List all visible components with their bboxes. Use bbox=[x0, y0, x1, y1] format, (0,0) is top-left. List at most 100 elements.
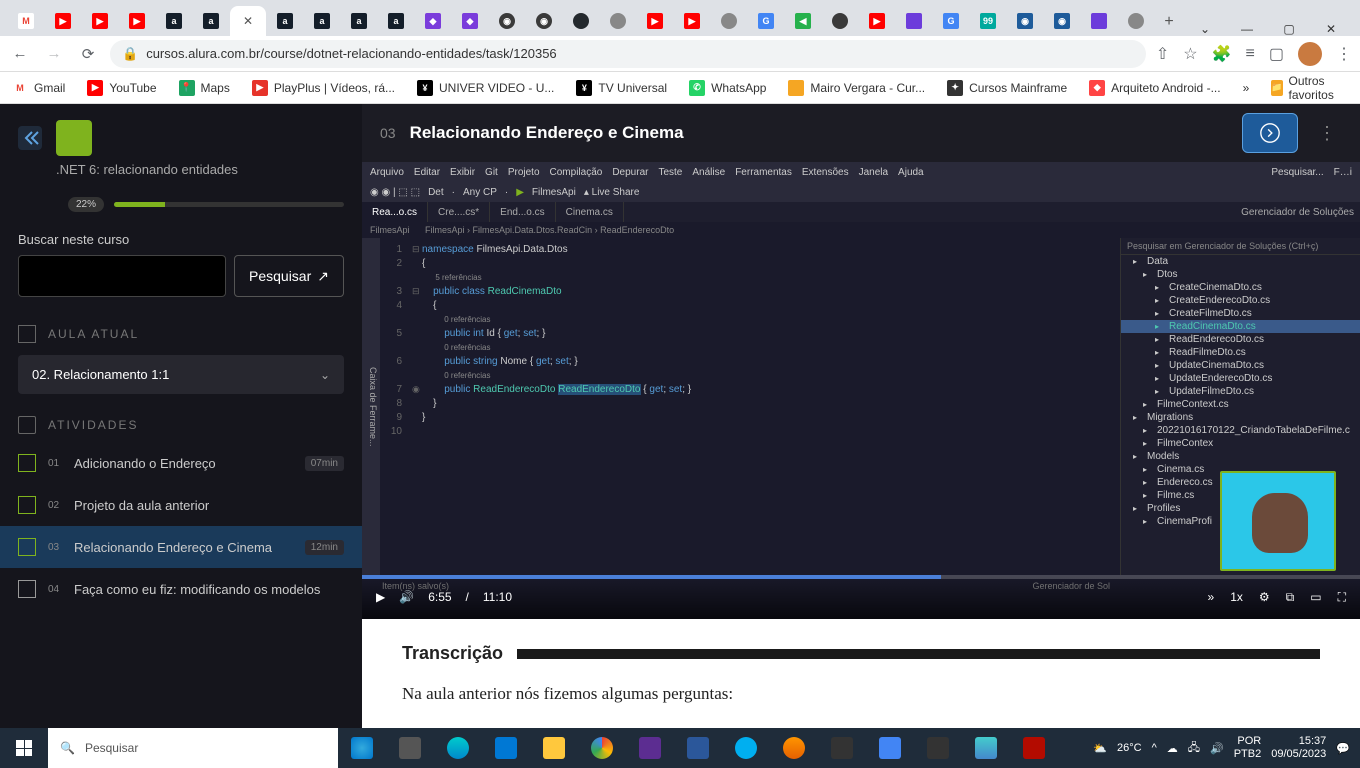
browser-tab[interactable]: 99 bbox=[970, 6, 1006, 36]
app-icon[interactable] bbox=[818, 728, 866, 768]
app-icon[interactable] bbox=[866, 728, 914, 768]
theater-icon[interactable]: ▭ bbox=[1310, 590, 1321, 604]
browser-tab[interactable]: ▶ bbox=[119, 6, 155, 36]
skip-icon[interactable]: » bbox=[1208, 590, 1215, 604]
sidebar-back-icon[interactable] bbox=[18, 126, 42, 150]
edge-icon[interactable] bbox=[434, 728, 482, 768]
bookmark-item[interactable]: ¥TV Universal bbox=[576, 80, 667, 96]
bookmark-item[interactable]: ✦Cursos Mainframe bbox=[947, 80, 1067, 96]
visualstudio-icon[interactable] bbox=[626, 728, 674, 768]
new-tab-button[interactable]: + bbox=[1155, 8, 1183, 36]
browser-tab[interactable] bbox=[600, 6, 636, 36]
browser-tab[interactable]: ▶ bbox=[637, 6, 673, 36]
browser-tab[interactable]: ▶ bbox=[45, 6, 81, 36]
browser-tab[interactable]: ◉ bbox=[489, 6, 525, 36]
tabs-dropdown-icon[interactable]: ⌄ bbox=[1193, 22, 1217, 36]
extensions-icon[interactable]: 🧩 bbox=[1212, 44, 1232, 64]
taskview-icon[interactable] bbox=[386, 728, 434, 768]
browser-tab[interactable]: a bbox=[378, 6, 414, 36]
browser-tab[interactable]: ▶ bbox=[82, 6, 118, 36]
clock[interactable]: 15:3709/05/2023 bbox=[1271, 735, 1326, 761]
lesson-menu-icon[interactable]: ⋮ bbox=[1312, 123, 1342, 144]
settings-icon[interactable]: ⚙ bbox=[1259, 590, 1270, 604]
browser-tab[interactable]: a bbox=[156, 6, 192, 36]
browser-tab[interactable]: a bbox=[341, 6, 377, 36]
browser-tab[interactable]: ▶ bbox=[859, 6, 895, 36]
share-icon[interactable]: ⇧ bbox=[1156, 44, 1169, 64]
browser-tab[interactable]: M bbox=[8, 6, 44, 36]
start-button[interactable] bbox=[0, 728, 48, 768]
browser-tab[interactable]: ◉ bbox=[1044, 6, 1080, 36]
bookmark-item[interactable]: MGmail bbox=[12, 80, 65, 96]
close-tab-icon[interactable]: ✕ bbox=[243, 14, 253, 28]
browser-tab[interactable] bbox=[1081, 6, 1117, 36]
browser-tab[interactable] bbox=[896, 6, 932, 36]
browser-tab[interactable] bbox=[711, 6, 747, 36]
browser-tab[interactable]: a bbox=[193, 6, 229, 36]
next-button[interactable] bbox=[1242, 113, 1298, 153]
skype-icon[interactable] bbox=[722, 728, 770, 768]
browser-tab[interactable]: ◉ bbox=[526, 6, 562, 36]
kebab-menu-icon[interactable]: ⋮ bbox=[1336, 44, 1352, 64]
word-icon[interactable] bbox=[674, 728, 722, 768]
activity-item[interactable]: 04 Faça como eu fiz: modificando os mode… bbox=[0, 568, 362, 610]
taskbar-search[interactable]: 🔍Pesquisar bbox=[48, 728, 338, 768]
network-icon[interactable]: 🖧 bbox=[1188, 739, 1200, 758]
fullscreen-icon[interactable]: ⛶ bbox=[1338, 590, 1346, 605]
video-progress-bar[interactable] bbox=[362, 575, 1360, 579]
other-bookmarks[interactable]: 📁Outros favoritos bbox=[1271, 74, 1348, 102]
profile-avatar[interactable] bbox=[1298, 42, 1322, 66]
side-panel-icon[interactable]: ▢ bbox=[1269, 44, 1284, 64]
back-button[interactable]: ← bbox=[8, 42, 32, 66]
bookmark-item[interactable]: ▶YouTube bbox=[87, 80, 156, 96]
browser-tab[interactable] bbox=[1118, 6, 1154, 36]
speed-control[interactable]: 1x bbox=[1230, 590, 1243, 604]
bookmark-item[interactable]: ▶PlayPlus | Vídeos, rá... bbox=[252, 80, 395, 96]
photos-icon[interactable] bbox=[962, 728, 1010, 768]
notifications-icon[interactable]: 💬 bbox=[1336, 742, 1350, 755]
close-window-button[interactable]: ✕ bbox=[1319, 22, 1343, 36]
browser-tab-active[interactable]: ✕ bbox=[230, 6, 266, 36]
chrome-icon[interactable] bbox=[578, 728, 626, 768]
browser-tab[interactable]: G bbox=[748, 6, 784, 36]
activity-item[interactable]: 02 Projeto da aula anterior bbox=[0, 484, 362, 526]
browser-tab[interactable]: a bbox=[267, 6, 303, 36]
browser-tab[interactable]: ◆ bbox=[415, 6, 451, 36]
bookmark-item[interactable]: ✆WhatsApp bbox=[689, 80, 766, 96]
browser-tab[interactable]: ◉ bbox=[1007, 6, 1043, 36]
bookmark-item[interactable]: Mairo Vergara - Cur... bbox=[788, 80, 925, 96]
browser-tab[interactable]: ◆ bbox=[452, 6, 488, 36]
browser-tab[interactable]: ◀ bbox=[785, 6, 821, 36]
language-indicator[interactable]: PORPTB2 bbox=[1234, 735, 1262, 761]
volume-icon[interactable]: 🔊 bbox=[399, 590, 414, 604]
browser-tab[interactable]: ▶ bbox=[674, 6, 710, 36]
onedrive-icon[interactable]: ☁ bbox=[1167, 742, 1178, 755]
minimize-button[interactable]: — bbox=[1235, 22, 1259, 36]
search-button[interactable]: Pesquisar↗ bbox=[234, 255, 344, 297]
weather-icon[interactable]: ⛅ bbox=[1093, 742, 1107, 755]
maximize-button[interactable]: ▢ bbox=[1277, 22, 1301, 36]
forward-button[interactable]: → bbox=[42, 42, 66, 66]
bookmark-item[interactable]: 📍Maps bbox=[179, 80, 230, 96]
browser-tab[interactable]: G bbox=[933, 6, 969, 36]
url-bar[interactable]: 🔒 cursos.alura.com.br/course/dotnet-rela… bbox=[110, 40, 1146, 68]
bookmark-item[interactable]: ¥UNIVER VIDEO - U... bbox=[417, 80, 554, 96]
browser-tab[interactable] bbox=[822, 6, 858, 36]
video-player[interactable]: ArquivoEditarExibirGitProjetoCompilaçãoD… bbox=[362, 162, 1360, 619]
tray-chevron-icon[interactable]: ^ bbox=[1152, 742, 1157, 754]
app-icon[interactable] bbox=[914, 728, 962, 768]
browser-tab[interactable] bbox=[563, 6, 599, 36]
browser-tab[interactable]: a bbox=[304, 6, 340, 36]
current-lesson-row[interactable]: 02. Relacionamento 1:1 ⌄ bbox=[18, 355, 344, 394]
reading-list-icon[interactable]: ≡ bbox=[1246, 45, 1255, 63]
course-search-input[interactable] bbox=[18, 255, 226, 297]
cortana-icon[interactable] bbox=[338, 728, 386, 768]
activity-item-active[interactable]: 03 Relacionando Endereço e Cinema 12min bbox=[0, 526, 362, 568]
mail-icon[interactable] bbox=[482, 728, 530, 768]
bookmarks-more-icon[interactable]: » bbox=[1243, 81, 1250, 95]
acrobat-icon[interactable] bbox=[1010, 728, 1058, 768]
activity-item[interactable]: 01 Adicionando o Endereço 07min bbox=[0, 442, 362, 484]
pip-icon[interactable]: ⧉ bbox=[1286, 590, 1295, 605]
bookmark-star-icon[interactable]: ☆ bbox=[1183, 44, 1197, 64]
bookmark-item[interactable]: ◆Arquiteto Android -... bbox=[1089, 80, 1220, 96]
